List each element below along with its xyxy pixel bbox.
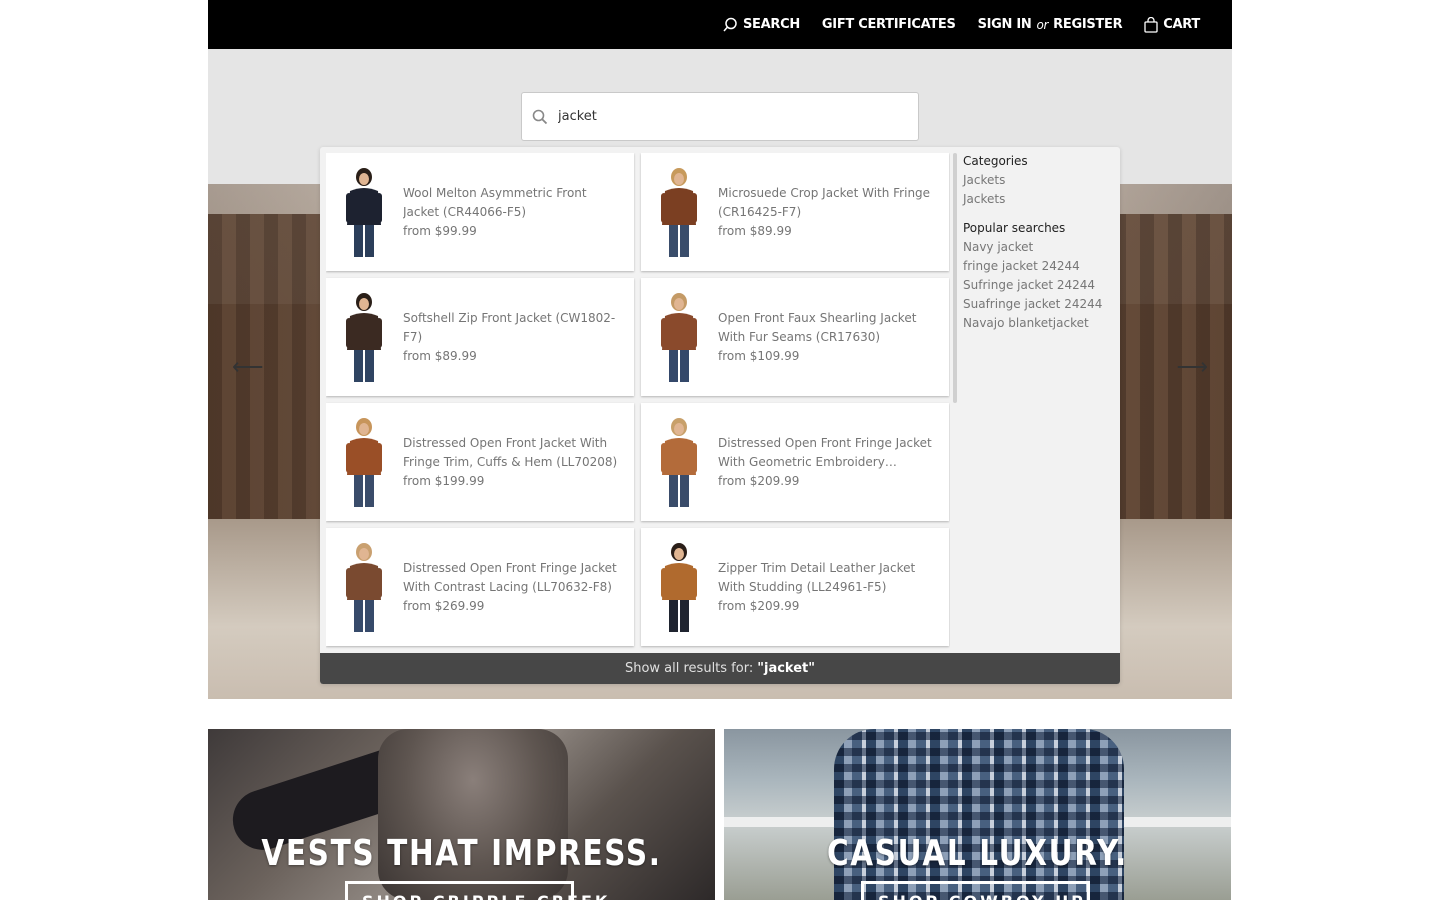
categories-heading: Categories — [963, 154, 1028, 168]
product-name[interactable]: Softshell Zip Front Jacket (CW1802-F7) — [403, 309, 625, 347]
product-name[interactable]: Distressed Open Front Fringe Jacket With… — [718, 434, 940, 472]
promo-casual[interactable]: CASUAL LUXURY. SHOP COWBOY UP — [724, 729, 1231, 900]
promo-button[interactable]: SHOP COWBOY UP — [861, 881, 1090, 900]
result-card[interactable]: Zipper Trim Detail Leather Jacket With S… — [641, 528, 949, 646]
product-price: from $199.99 — [403, 473, 485, 488]
search-icon — [723, 17, 737, 32]
product-thumbnail[interactable] — [335, 165, 393, 259]
promo-title: CASUAL LUXURY. — [826, 833, 1129, 874]
product-name[interactable]: Microsuede Crop Jacket With Fringe (CR16… — [718, 184, 940, 222]
result-card[interactable]: Wool Melton Asymmetric Front Jacket (CR4… — [326, 153, 634, 271]
product-price: from $89.99 — [718, 223, 792, 238]
product-info: Open Front Faux Shearling Jacket With Fu… — [718, 309, 940, 366]
product-name[interactable]: Zipper Trim Detail Leather Jacket With S… — [718, 559, 940, 597]
cart-link[interactable]: CART — [1144, 16, 1200, 33]
show-all-prefix: Show all results for: — [624, 661, 754, 676]
search-results-dropdown: Wool Melton Asymmetric Front Jacket (CR4… — [320, 147, 1120, 684]
product-thumbnail[interactable] — [335, 415, 393, 509]
product-thumbnail[interactable] — [335, 290, 393, 384]
product-price: from $99.99 — [403, 223, 477, 238]
results-grid: Wool Melton Asymmetric Front Jacket (CR4… — [326, 153, 950, 649]
product-info: Distressed Open Front Jacket With Fringe… — [403, 434, 625, 491]
result-card[interactable]: Distressed Open Front Fringe Jacket With… — [641, 403, 949, 521]
category-link[interactable]: Jackets — [963, 171, 1102, 190]
promo-plaid-shirt — [834, 729, 1124, 900]
or-text: or — [1036, 17, 1049, 32]
popular-search-link[interactable]: Navy jacket — [963, 238, 1102, 257]
search-box[interactable] — [521, 92, 919, 141]
product-price: from $89.99 — [403, 348, 477, 363]
product-thumbnail[interactable] — [335, 540, 393, 634]
top-nav: SEARCH GIFT CERTIFICATES SIGN IN or REGI… — [723, 0, 1200, 49]
category-link[interactable]: Jackets — [963, 190, 1102, 209]
product-thumbnail[interactable] — [650, 540, 708, 634]
register-link[interactable]: REGISTER — [1053, 17, 1122, 32]
product-info: Zipper Trim Detail Leather Jacket With S… — [718, 559, 940, 616]
product-info: Softshell Zip Front Jacket (CW1802-F7) fr… — [403, 309, 625, 366]
search-input[interactable] — [558, 109, 888, 124]
popular-search-link[interactable]: Sufringe jacket 24244 — [963, 276, 1102, 295]
result-card[interactable]: Softshell Zip Front Jacket (CW1802-F7) fr… — [326, 278, 634, 396]
product-name[interactable]: Distressed Open Front Fringe Jacket With… — [403, 559, 625, 597]
results-scrollbar[interactable] — [953, 153, 957, 403]
result-card[interactable]: Open Front Faux Shearling Jacket With Fu… — [641, 278, 949, 396]
product-name[interactable]: Open Front Faux Shearling Jacket With Fu… — [718, 309, 940, 347]
product-price: from $209.99 — [718, 473, 800, 488]
search-link[interactable]: SEARCH — [723, 17, 800, 32]
product-price: from $109.99 — [718, 348, 800, 363]
popular-search-link[interactable]: Suafringe jacket 24244 — [963, 295, 1102, 314]
popular-search-link[interactable]: Navajo blanketjacket — [963, 314, 1102, 333]
product-info: Distressed Open Front Fringe Jacket With… — [718, 434, 940, 491]
promo-vests[interactable]: VESTS THAT IMPRESS. SHOP CRIPPLE CREEK — [208, 729, 715, 900]
promo-title: VESTS THAT IMPRESS. — [261, 833, 662, 874]
show-all-results-button[interactable]: Show all results for: "jacket" — [320, 653, 1120, 684]
promo-fur-vest — [378, 729, 568, 900]
arrow-right-icon[interactable]: ⟶ — [1176, 354, 1208, 380]
top-bar: SEARCH GIFT CERTIFICATES SIGN IN or REGI… — [208, 0, 1232, 49]
product-thumbnail[interactable] — [650, 415, 708, 509]
product-price: from $269.99 — [403, 598, 485, 613]
search-link-label: SEARCH — [742, 17, 800, 32]
product-price: from $209.99 — [718, 598, 800, 613]
product-thumbnail[interactable] — [650, 165, 708, 259]
show-all-query: "jacket" — [757, 661, 816, 676]
product-info: Microsuede Crop Jacket With Fringe (CR16… — [718, 184, 940, 241]
popular-searches-heading: Popular searches — [963, 221, 1066, 235]
promo-button[interactable]: SHOP CRIPPLE CREEK — [345, 881, 607, 900]
result-card[interactable]: Distressed Open Front Fringe Jacket With… — [326, 528, 634, 646]
product-info: Wool Melton Asymmetric Front Jacket (CR4… — [403, 184, 625, 241]
result-card[interactable]: Distressed Open Front Jacket With Fringe… — [326, 403, 634, 521]
gift-certificates-link[interactable]: GIFT CERTIFICATES — [822, 17, 956, 32]
product-info: Distressed Open Front Fringe Jacket With… — [403, 559, 625, 616]
arrow-left-icon[interactable]: ⟵ — [232, 354, 264, 380]
suggestions-panel: Categories Jackets Jackets Popular searc… — [963, 152, 1102, 333]
product-name[interactable]: Wool Melton Asymmetric Front Jacket (CR4… — [403, 184, 625, 222]
product-name[interactable]: Distressed Open Front Jacket With Fringe… — [403, 434, 625, 472]
magnifier-icon — [532, 109, 548, 124]
cart-label: CART — [1163, 17, 1200, 32]
sign-in-link[interactable]: SIGN IN — [978, 17, 1032, 32]
result-card[interactable]: Microsuede Crop Jacket With Fringe (CR16… — [641, 153, 949, 271]
bag-icon — [1144, 16, 1158, 33]
popular-search-link[interactable]: fringe jacket 24244 — [963, 257, 1102, 276]
product-thumbnail[interactable] — [650, 290, 708, 384]
